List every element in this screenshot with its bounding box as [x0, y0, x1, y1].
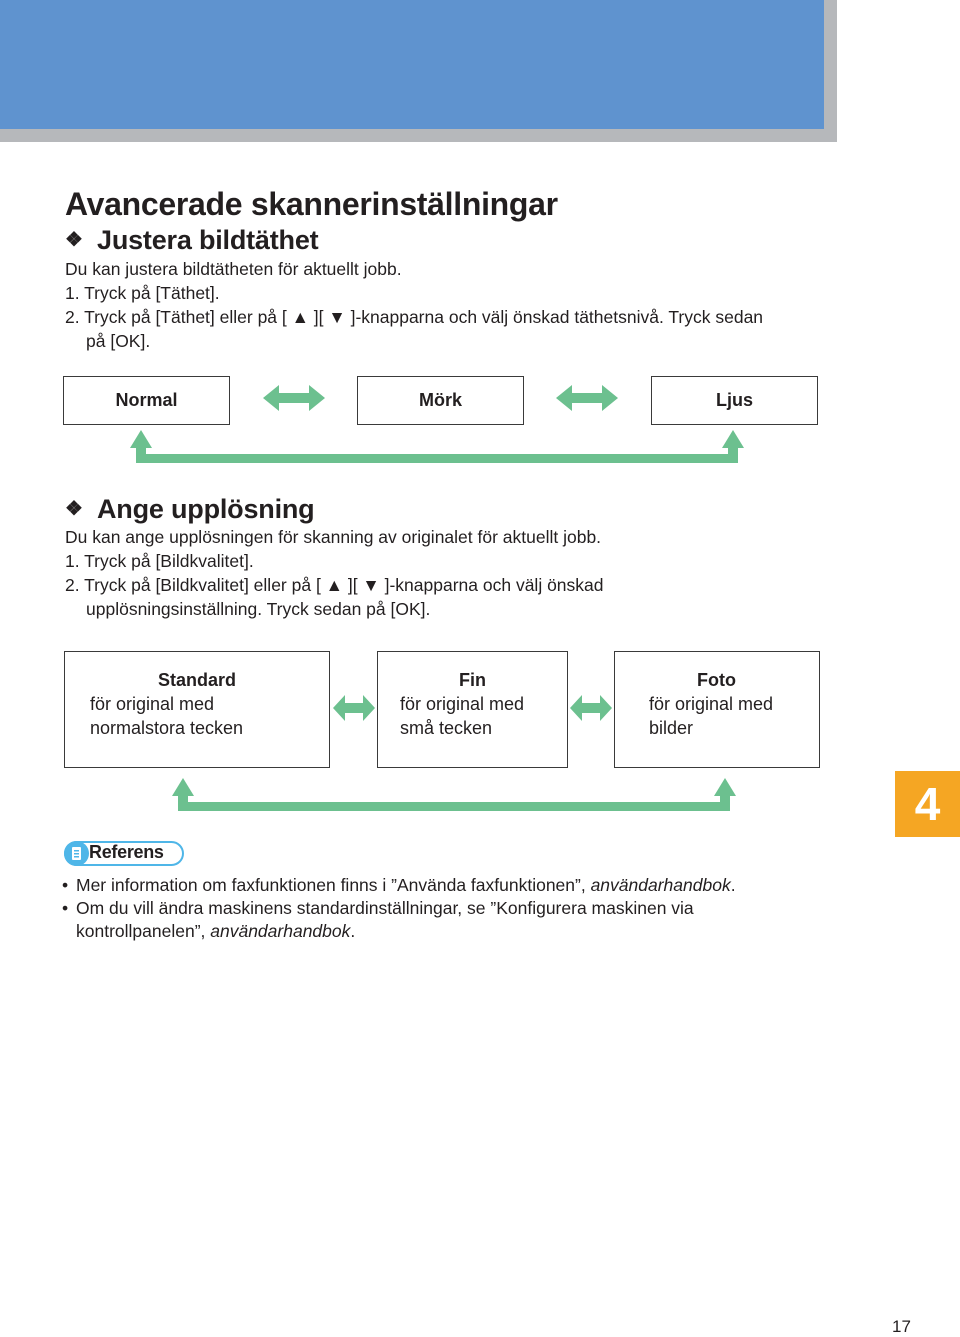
option-desc: bilder	[649, 718, 694, 738]
reference-text: Om du vill ändra maskinens standardinstä…	[76, 898, 694, 941]
step-2-continued: upplösningsinställning. Tryck sedan på […	[86, 599, 431, 619]
double-arrow-icon	[556, 385, 618, 411]
diamond-bullet-icon: ❖	[65, 498, 83, 520]
page-title: Avancerade skannerinställningar	[65, 186, 558, 222]
section-heading-text: Justera bildtäthet	[97, 225, 319, 255]
step-2: 2. Tryck på [Täthet] eller på [ ▲ ][ ▼ ]…	[65, 307, 764, 327]
option-ljus: Ljus	[651, 376, 818, 425]
option-fin: Fin för original med små tecken	[377, 651, 568, 768]
reference-list: Mer information om faxfunktionen finns i…	[62, 874, 802, 943]
option-desc: normalstora tecken	[90, 718, 244, 738]
manual-title: användarhandbok	[210, 921, 351, 941]
reference-item: Om du vill ändra maskinens standardinstä…	[62, 897, 802, 943]
option-title: Fin	[459, 670, 486, 690]
cycle-arrow-icon	[130, 430, 744, 463]
option-standard: Standard för original med normalstora te…	[64, 651, 330, 768]
header-band	[0, 0, 824, 129]
double-arrow-icon	[263, 385, 325, 411]
step-2-continued: på [OK].	[86, 331, 151, 351]
reference-end: .	[350, 921, 356, 941]
cycle-arrow-icon	[172, 778, 736, 811]
reference-end: .	[730, 875, 736, 895]
document-icon	[64, 841, 89, 866]
double-arrow-icon	[333, 695, 375, 721]
option-normal: Normal	[63, 376, 230, 425]
reference-text: Mer information om faxfunktionen finns i…	[76, 875, 591, 895]
option-desc: för original med	[649, 694, 774, 714]
option-desc: för original med	[400, 694, 525, 714]
step-2: 2. Tryck på [Bildkvalitet] eller på [ ▲ …	[65, 575, 604, 595]
double-arrow-icon	[570, 695, 612, 721]
manual-title: användarhandbok	[590, 875, 731, 895]
page-number: 17	[892, 1317, 911, 1336]
step-1: 1. Tryck på [Täthet].	[65, 283, 220, 303]
option-title: Foto	[697, 670, 736, 690]
section-intro: Du kan ange upplösningen för skanning av…	[65, 527, 602, 547]
step-1: 1. Tryck på [Bildkvalitet].	[65, 551, 254, 571]
option-foto: Foto för original med bilder	[614, 651, 820, 768]
option-desc: för original med	[90, 694, 215, 714]
section-heading-density: ❖ Justera bildtäthet	[65, 225, 319, 256]
section-heading-resolution: ❖ Ange upplösning	[65, 494, 315, 525]
section-heading-text: Ange upplösning	[97, 494, 315, 524]
reference-label: Referens	[89, 842, 164, 862]
reference-item: Mer information om faxfunktionen finns i…	[62, 874, 802, 897]
chapter-tab: 4	[895, 771, 960, 837]
option-mork: Mörk	[357, 376, 524, 425]
section-intro: Du kan justera bildtätheten för aktuellt…	[65, 259, 402, 279]
option-title: Standard	[158, 670, 237, 690]
option-desc: små tecken	[400, 718, 493, 738]
diamond-bullet-icon: ❖	[65, 229, 83, 251]
